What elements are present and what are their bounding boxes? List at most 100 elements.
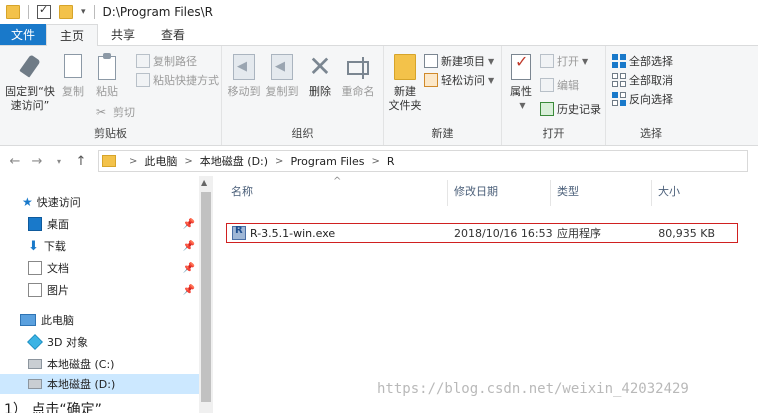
nav-downloads-label: 下载	[43, 240, 66, 253]
address-row: ← → ▾ ↑ > 此电脑 > 本地磁盘 (D:) > Program File…	[0, 146, 758, 176]
nav-drive-d[interactable]: 本地磁盘 (D:)	[0, 374, 199, 394]
new-folder-button[interactable]: 新建 文件夹	[388, 52, 422, 113]
chevron-right-icon[interactable]: >	[371, 156, 379, 167]
properties-button[interactable]: 属性 ▼	[506, 52, 536, 113]
properties-icon[interactable]	[37, 3, 51, 19]
nav-desktop[interactable]: 桌面 📌	[0, 214, 199, 234]
copy-path-button[interactable]: 复制路径	[136, 52, 197, 70]
paste-button[interactable]: 粘贴	[92, 52, 122, 99]
nav-this-pc-label: 此电脑	[41, 314, 74, 327]
column-divider[interactable]	[550, 180, 551, 206]
open-button[interactable]: 打开 ▼	[540, 52, 588, 70]
copy-path-icon	[136, 54, 150, 68]
back-arrow-icon[interactable]: ←	[8, 154, 22, 169]
paste-shortcut-button[interactable]: 粘贴快捷方式	[136, 71, 219, 89]
rename-icon	[345, 52, 371, 82]
tab-share[interactable]: 共享	[98, 24, 148, 45]
edit-button[interactable]: 编辑	[540, 76, 579, 94]
pin-icon: 📌	[182, 284, 195, 296]
sort-ascending-icon: ^	[333, 176, 342, 187]
easy-access-button[interactable]: 轻松访问 ▼	[424, 71, 494, 89]
file-size: 80,935 KB	[658, 226, 715, 240]
new-group: 新建 文件夹 新建项目 ▼ 轻松访问 ▼ 新建	[384, 46, 502, 145]
up-arrow-icon[interactable]: ↑	[74, 154, 88, 169]
select-none-button[interactable]: 全部取消	[612, 71, 673, 89]
paste-shortcut-icon	[136, 73, 150, 87]
scroll-thumb[interactable]	[201, 192, 211, 402]
column-header-name[interactable]: 名称	[231, 183, 253, 199]
column-header-type[interactable]: 类型	[557, 183, 579, 199]
nav-scrollbar[interactable]: ▲	[199, 176, 213, 413]
column-header-date[interactable]: 修改日期	[454, 183, 498, 199]
edit-icon	[540, 78, 554, 92]
cut-label: 剪切	[113, 106, 135, 119]
paste-icon	[94, 52, 120, 82]
scroll-up-icon[interactable]: ▲	[201, 178, 207, 187]
scissors-icon: ✂	[96, 105, 107, 119]
select-all-button[interactable]: 全部选择	[612, 52, 673, 70]
select-none-label: 全部取消	[629, 74, 673, 87]
nav-this-pc[interactable]: 此电脑	[0, 310, 199, 330]
chevron-down-icon: ▼	[519, 101, 526, 110]
new-item-button[interactable]: 新建项目 ▼	[424, 52, 494, 70]
breadcrumb-drive-d[interactable]: 本地磁盘 (D:)	[200, 153, 268, 169]
delete-label: 删除	[309, 85, 331, 98]
move-to-button[interactable]: 移动到	[226, 52, 262, 99]
chevron-down-icon: ▼	[582, 56, 589, 66]
nav-documents-label: 文档	[47, 262, 69, 275]
nav-documents[interactable]: 文档 📌	[0, 258, 199, 278]
forward-arrow-icon[interactable]: →	[30, 154, 44, 169]
breadcrumb-r[interactable]: R	[387, 155, 395, 168]
tab-view[interactable]: 查看	[148, 24, 198, 45]
delete-button[interactable]: ✕ 删除	[306, 52, 334, 99]
move-to-label: 移动到	[227, 85, 261, 98]
breadcrumb-program-files[interactable]: Program Files	[290, 155, 364, 168]
title-bar: ▾ D:\Program Files\R	[0, 0, 758, 24]
nav-quick-access[interactable]: ★ 快速访问	[0, 192, 199, 212]
breadcrumb-this-pc[interactable]: 此电脑	[144, 153, 177, 169]
customize-toolbar-icon[interactable]: ▾	[81, 7, 86, 17]
address-bar[interactable]: > 此电脑 > 本地磁盘 (D:) > Program Files > R	[98, 150, 748, 172]
tab-file[interactable]: 文件	[0, 24, 46, 45]
new-group-label: 新建	[431, 127, 454, 140]
star-icon: ★	[22, 195, 33, 209]
3d-cube-icon	[27, 334, 43, 350]
nav-3d-objects[interactable]: 3D 对象	[0, 332, 199, 352]
column-divider[interactable]	[651, 180, 652, 206]
chevron-right-icon[interactable]: >	[184, 156, 192, 167]
nav-pictures[interactable]: 图片 📌	[0, 280, 199, 300]
column-divider[interactable]	[447, 180, 448, 206]
rename-button[interactable]: 重命名	[338, 52, 378, 99]
invert-selection-label: 反向选择	[629, 93, 673, 106]
copy-button[interactable]: 复制	[58, 51, 88, 99]
navigation-pane: ★ 快速访问 桌面 📌 ⬇ 下载 📌 文档 📌 图片 📌 此电脑 3D 对象 本…	[0, 176, 213, 413]
nav-downloads[interactable]: ⬇ 下载 📌	[0, 236, 199, 256]
cut-button[interactable]: ✂ 剪切	[96, 103, 135, 121]
properties-label: 属性	[510, 85, 532, 98]
easy-access-icon	[424, 73, 438, 87]
history-label: 历史记录	[557, 103, 601, 116]
chevron-right-icon[interactable]: >	[275, 156, 283, 167]
tab-home[interactable]: 主页	[46, 24, 99, 46]
pin-quick-access-button[interactable]: 固定到“快 速访问”	[4, 52, 56, 113]
drive-icon	[28, 359, 42, 369]
pin-icon	[17, 52, 43, 82]
recent-locations-icon[interactable]: ▾	[52, 157, 66, 166]
quick-access-toolbar: ▾	[2, 3, 99, 19]
copy-to-button[interactable]: 复制到	[264, 52, 300, 99]
history-button[interactable]: 历史记录	[540, 100, 601, 118]
invert-selection-button[interactable]: 反向选择	[612, 90, 673, 108]
nav-drive-d-label: 本地磁盘 (D:)	[47, 378, 116, 391]
ribbon: 固定到“快 速访问” 复制 粘贴 复制路径 粘贴快捷方式 ✂ 剪切 剪贴板 移动…	[0, 46, 758, 146]
nav-drive-c[interactable]: 本地磁盘 (C:)	[0, 354, 199, 374]
chevron-right-icon[interactable]: >	[129, 156, 137, 167]
file-type: 应用程序	[557, 227, 601, 240]
open-icon	[540, 54, 554, 68]
new-folder-icon[interactable]	[59, 5, 73, 19]
open-group: 属性 ▼ 打开 ▼ 编辑 历史记录 打开	[502, 46, 606, 145]
desktop-icon	[28, 217, 42, 231]
select-group: 全部选择 全部取消 反向选择 选择	[606, 46, 696, 145]
easy-access-label: 轻松访问	[441, 74, 485, 87]
file-row[interactable]: R-3.5.1-win.exe 2018/10/16 16:53 应用程序 80…	[226, 223, 738, 243]
column-header-size[interactable]: 大小	[658, 183, 680, 199]
